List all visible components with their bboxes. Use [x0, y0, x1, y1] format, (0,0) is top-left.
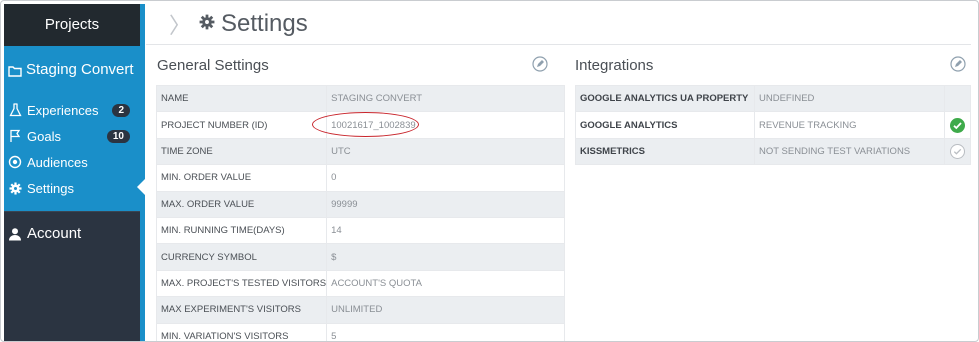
setting-value: 10021617_1002839 [326, 111, 566, 139]
settings-row: PROJECT NUMBER (ID) 10021617_1002839 [156, 111, 566, 139]
account-link[interactable]: Account [4, 211, 140, 255]
page-title: Settings [221, 10, 308, 37]
app-window: Projects Staging Convert Experiences 2 G… [0, 0, 979, 342]
setting-key: NAME [156, 85, 328, 113]
settings-row: TIME ZONE UTC [156, 138, 566, 166]
setting-value: UNLIMITED [326, 296, 566, 324]
setting-value: ACCOUNT'S QUOTA [326, 270, 566, 298]
integration-status-cell [944, 138, 971, 166]
setting-key: TIME ZONE [156, 138, 328, 166]
count-badge: 2 [112, 103, 130, 117]
check-circle-outline-icon[interactable] [950, 143, 965, 159]
settings-row: NAME STAGING CONVERT [156, 85, 566, 113]
edit-general-settings-icon[interactable] [532, 56, 548, 72]
setting-value: UTC [326, 138, 566, 166]
sidebar-item-label: Audiences [27, 154, 88, 170]
edit-integrations-icon[interactable] [950, 56, 966, 72]
general-settings-title: General Settings [157, 57, 269, 74]
integration-row: KISSMETRICS NOT SENDING TEST VARIATIONS [575, 138, 971, 166]
sidebar-item-settings[interactable]: Settings [4, 175, 140, 201]
gear-icon [8, 181, 22, 195]
settings-row: MAX. PROJECT'S TESTED VISITORS ACCOUNT'S … [156, 270, 566, 298]
account-label: Account [27, 225, 82, 242]
project-name: Staging Convert [26, 61, 134, 78]
flag-icon [8, 129, 22, 143]
setting-value: STAGING CONVERT [326, 85, 566, 113]
settings-row: MAX. ORDER VALUE 99999 [156, 191, 566, 218]
projects-link[interactable]: Projects [4, 4, 140, 46]
sidebar-item-audiences[interactable]: Audiences [4, 149, 140, 175]
setting-value: 14 [326, 217, 566, 245]
setting-value: $ [326, 243, 566, 271]
page-header: 〉 Settings [169, 5, 308, 43]
divider [146, 44, 971, 45]
integration-name: GOOGLE ANALYTICS UA PROPERTY [575, 85, 755, 113]
user-icon [8, 227, 22, 241]
integration-status-text: UNDEFINED [754, 85, 945, 113]
setting-key: MAX. PROJECT'S TESTED VISITORS [156, 270, 328, 298]
check-circle-icon[interactable] [950, 117, 965, 133]
flask-icon [8, 103, 22, 117]
integration-row: GOOGLE ANALYTICS REVENUE TRACKING [575, 111, 971, 139]
integration-status-text: NOT SENDING TEST VARIATIONS [754, 138, 945, 166]
setting-key: MAX. ORDER VALUE [156, 191, 328, 218]
integration-row: GOOGLE ANALYTICS UA PROPERTY UNDEFINED [575, 85, 971, 113]
count-badge: 10 [106, 129, 130, 143]
integration-name: GOOGLE ANALYTICS [575, 111, 755, 139]
general-settings-table: NAME STAGING CONVERT PROJECT NUMBER (ID) 10… [156, 85, 566, 341]
sidebar-item-goals[interactable]: Goals 10 [4, 123, 140, 149]
setting-value: 5 [326, 323, 566, 341]
sidebar-item-label: Settings [27, 180, 74, 196]
setting-key: MIN. VARIATION'S VISITORS [156, 323, 328, 341]
integration-name: KISSMETRICS [575, 138, 755, 166]
sidebar-item-label: Experiences [27, 102, 99, 118]
setting-key: MIN. RUNNING TIME(DAYS) [156, 217, 328, 245]
integrations-table: GOOGLE ANALYTICS UA PROPERTY UNDEFINED GOO… [575, 85, 971, 166]
integrations-title: Integrations [575, 57, 654, 74]
active-indicator [137, 179, 145, 195]
gear-icon [199, 14, 215, 35]
sidebar: Projects Staging Convert Experiences 2 G… [4, 4, 140, 341]
settings-row: MIN. ORDER VALUE 0 [156, 164, 566, 192]
setting-key: MIN. ORDER VALUE [156, 164, 328, 192]
sidebar-item-experiences[interactable]: Experiences 2 [4, 97, 140, 123]
settings-row: CURRENCY SYMBOL $ [156, 243, 566, 271]
setting-key: CURRENCY SYMBOL [156, 243, 328, 271]
integration-status-cell [944, 85, 971, 113]
breadcrumb-chevron-icon: 〉 [169, 14, 192, 39]
target-icon [8, 155, 22, 169]
setting-key: PROJECT NUMBER (ID) [156, 111, 328, 139]
setting-value: 0 [326, 164, 566, 192]
integration-status-cell [944, 111, 971, 139]
sidebar-edge [140, 4, 145, 341]
settings-row: MIN. RUNNING TIME(DAYS) 14 [156, 217, 566, 245]
settings-row: MAX EXPERIMENT'S VISITORS UNLIMITED [156, 296, 566, 324]
setting-key: MAX EXPERIMENT'S VISITORS [156, 296, 328, 324]
sidebar-item-label: Goals [27, 128, 61, 144]
folder-icon [8, 64, 22, 77]
integration-status-text: REVENUE TRACKING [754, 111, 945, 139]
sidebar-nav: Experiences 2 Goals 10 Audiences Setting… [4, 93, 140, 211]
project-selector[interactable]: Staging Convert [4, 46, 140, 93]
settings-row: MIN. VARIATION'S VISITORS 5 [156, 323, 566, 341]
setting-value: 99999 [326, 191, 566, 218]
